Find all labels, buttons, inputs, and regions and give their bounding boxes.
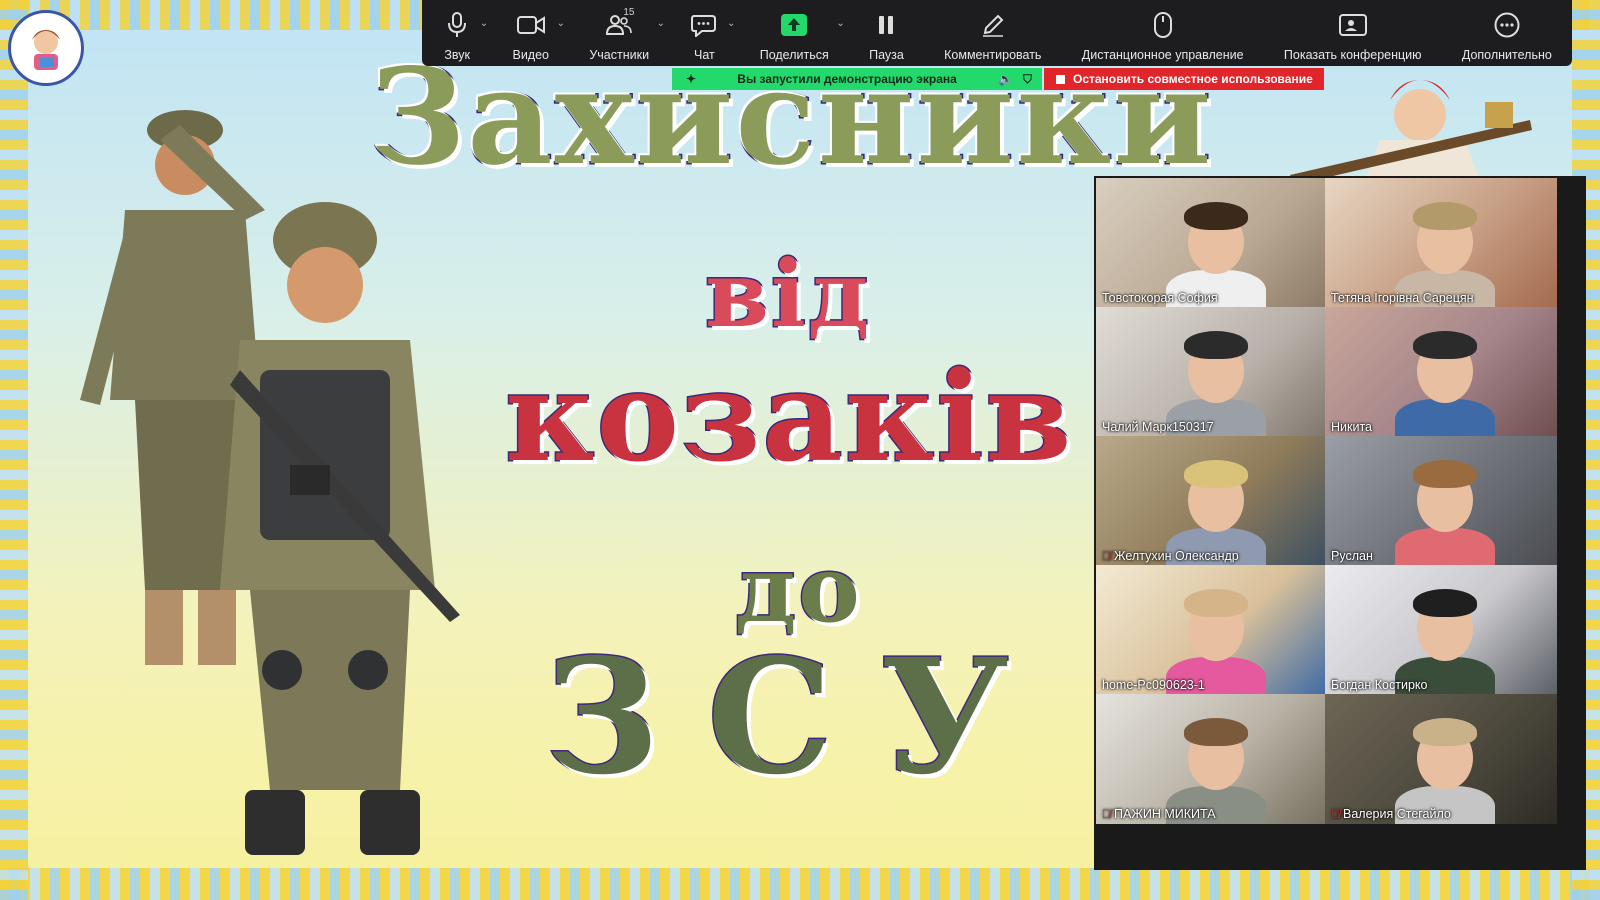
muted-microphone-icon: 🎙̸ [1102, 549, 1111, 563]
pause-icon [871, 10, 901, 40]
ornament-border-bottom [0, 868, 1600, 900]
chevron-down-icon[interactable]: ⌄ [836, 18, 844, 29]
participant-hair [1413, 202, 1477, 230]
stop-share-label: Остановить совместное использование [1073, 72, 1313, 86]
participant-name-label: Товстокорая София [1102, 291, 1218, 305]
audio-button[interactable]: ⌄ Звук [442, 0, 488, 66]
participant-body [1395, 528, 1495, 566]
chat-icon [689, 10, 719, 40]
stop-icon [1056, 74, 1065, 84]
slide-title-line-2: від [703, 239, 872, 350]
participants-count: 15 [623, 7, 635, 18]
participant-hair [1413, 331, 1477, 359]
participant-video-tile[interactable]: Чалий Марк150317 [1096, 307, 1328, 437]
chevron-down-icon[interactable]: ⌄ [480, 18, 488, 29]
participants-button[interactable]: 15 ⌄ Участники [589, 0, 665, 66]
microphone-icon [442, 10, 472, 40]
participant-name: Товстокорая София [1102, 291, 1218, 305]
audio-button-label: Звук [444, 48, 470, 62]
slide-title-line-5: ЗСУ [544, 624, 1057, 812]
chevron-down-icon[interactable]: ⌄ [727, 18, 735, 29]
chat-button-label: Чат [694, 48, 715, 62]
video-button-label: Видео [512, 48, 550, 62]
participant-name-label: home-Pc090623-1 [1102, 678, 1205, 692]
participant-name-label: Богдан Костирко [1331, 678, 1427, 692]
participant-name-label: 🎙̸ Валерия Стегайло [1331, 807, 1451, 821]
participant-video-tile[interactable]: 🎙̸ ПАЖИН МИКИТА [1096, 694, 1328, 824]
share-screen-button[interactable]: ⌄ Поделиться [759, 0, 845, 66]
participant-hair [1184, 202, 1248, 230]
participant-body [1395, 399, 1495, 437]
participant-video-tile[interactable]: home-Pc090623-1 [1096, 565, 1328, 695]
participant-name-label: 🎙̸ Желтухин Олександр [1102, 549, 1239, 563]
participant-name-label: 🎙̸ ПАЖИН МИКИТА [1102, 807, 1216, 821]
video-button[interactable]: ⌄ Видео [512, 0, 565, 66]
ornament-border-left [0, 0, 28, 900]
participant-hair [1184, 589, 1248, 617]
remote-control-button[interactable]: Дистанционное управление [1082, 0, 1244, 66]
participant-hair [1184, 460, 1248, 488]
share-screen-icon [779, 10, 809, 40]
teacher-logo-icon [32, 30, 60, 70]
pause-share-button[interactable]: Пауза [869, 0, 904, 66]
pause-button-label: Пауза [869, 48, 904, 62]
video-gallery-panel: Товстокорая София Тетяна Ігорівна Сарецян… [1094, 176, 1586, 870]
more-button-label: Дополнительно [1461, 48, 1552, 62]
chat-button[interactable]: ⌄ Чат [689, 0, 735, 66]
participant-video-tile[interactable]: 🎙̸ Желтухин Олександр [1096, 436, 1328, 566]
muted-microphone-icon: 🎙̸ [1331, 807, 1340, 821]
remote-control-button-label: Дистанционное управление [1081, 48, 1244, 62]
share-screen-button-label: Поделиться [759, 48, 829, 62]
show-meeting-button-label: Показать конференцию [1283, 48, 1422, 62]
participant-hair [1184, 331, 1248, 359]
stop-share-button[interactable]: Остановить совместное использование [1044, 68, 1324, 90]
chevron-down-icon[interactable]: ⌄ [557, 18, 565, 29]
participant-hair [1413, 460, 1477, 488]
participant-video-tile[interactable]: Никита [1325, 307, 1557, 437]
participant-hair [1413, 718, 1477, 746]
participant-name: Никита [1331, 420, 1372, 434]
screen-share-banner[interactable]: ✦ Вы запустили демонстрацию экрана 🔈 ⛉ [672, 68, 1042, 90]
annotate-button-label: Комментировать [944, 48, 1042, 62]
participant-name-label: Чалий Марк150317 [1102, 420, 1214, 434]
more-button[interactable]: Дополнительно [1462, 0, 1552, 66]
participant-name: Чалий Марк150317 [1102, 420, 1214, 434]
meeting-toolbar: ⌄ Звук ⌄ Видео 15 ⌄ Участники ⌄ Чат ⌄ По… [422, 0, 1572, 66]
participant-name: Желтухин Олександр [1114, 549, 1239, 563]
sharing-indicator-icon: ✦ [686, 72, 697, 86]
more-icon [1492, 10, 1522, 40]
chevron-down-icon[interactable]: ⌄ [657, 18, 665, 29]
participant-name: Руслан [1331, 549, 1373, 563]
participant-video-tile[interactable]: Товстокорая София [1096, 178, 1328, 308]
participant-video-tile[interactable]: Богдан Костирко [1325, 565, 1557, 695]
participant-video-tile[interactable]: 🎙̸ Валерия Стегайло [1325, 694, 1557, 824]
participant-name: home-Pc090623-1 [1102, 678, 1205, 692]
participant-name: Тетяна Ігорівна Сарецян [1331, 291, 1474, 305]
mouse-icon [1148, 10, 1178, 40]
participants-button-label: Участники [589, 48, 650, 62]
participant-name-label: Тетяна Ігорівна Сарецян [1331, 291, 1474, 305]
participant-name: Валерия Стегайло [1343, 807, 1451, 821]
slide-title-line-3: козаків [504, 344, 1074, 492]
participant-name-label: Никита [1331, 420, 1372, 434]
share-banner-text: Вы запустили демонстрацию экрана [737, 72, 957, 86]
muted-microphone-icon: 🎙̸ [1102, 807, 1111, 821]
speaker-icon: 🔈 [998, 72, 1013, 86]
pencil-icon [978, 10, 1008, 40]
participant-name-label: Руслан [1331, 549, 1373, 563]
annotate-button[interactable]: Комментировать [944, 0, 1041, 66]
participant-hair [1184, 718, 1248, 746]
participant-name: ПАЖИН МИКИТА [1114, 807, 1216, 821]
video-camera-icon [516, 10, 546, 40]
participant-video-tile[interactable]: Тетяна Ігорівна Сарецян [1325, 178, 1557, 308]
show-meeting-icon [1338, 10, 1368, 40]
shield-icon: ⛉ [1022, 71, 1032, 86]
participant-hair [1413, 589, 1477, 617]
show-meeting-button[interactable]: Показать конференцию [1284, 0, 1422, 66]
participant-video-tile[interactable]: Руслан [1325, 436, 1557, 566]
participant-name: Богдан Костирко [1331, 678, 1428, 692]
